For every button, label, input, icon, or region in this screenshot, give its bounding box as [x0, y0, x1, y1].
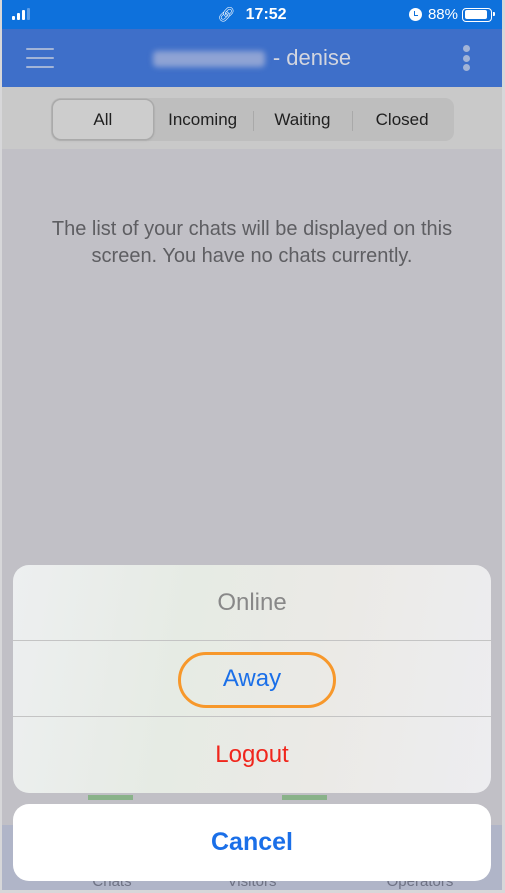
alarm-icon	[408, 8, 422, 21]
battery-icon	[462, 7, 495, 22]
status-time: 17:52	[245, 6, 287, 23]
tab-incoming[interactable]: Incoming	[153, 100, 253, 139]
filter-bar: All Incoming Waiting Closed	[2, 87, 502, 149]
tab-closed[interactable]: Closed	[352, 100, 452, 139]
highlight-annotation	[178, 652, 336, 708]
action-online[interactable]: Online	[13, 565, 491, 641]
header-title: - denise	[2, 45, 502, 71]
kebab-menu-icon[interactable]	[463, 45, 470, 71]
status-action-sheet: Online Away Logout	[13, 565, 491, 793]
tab-indicator-chats	[88, 795, 133, 800]
status-bar: 🔗︎ 17:52 88%	[2, 0, 502, 29]
app-screen: 🔗︎ 17:52 88% - denise All Incoming Waiti…	[2, 0, 502, 890]
link-icon: 🔗︎	[217, 6, 236, 22]
battery-level	[464, 10, 487, 19]
tab-indicator-visitors	[282, 795, 327, 800]
tab-all[interactable]: All	[53, 100, 153, 139]
header-title-suffix: - denise	[272, 45, 352, 70]
redacted-account-name	[152, 51, 265, 68]
cancel-button[interactable]: Cancel	[13, 804, 491, 881]
action-logout[interactable]: Logout	[13, 717, 491, 793]
tab-waiting[interactable]: Waiting	[252, 100, 353, 139]
status-right-group: 88%	[408, 6, 495, 23]
chat-filter-segmented-control: All Incoming Waiting Closed	[51, 98, 454, 141]
app-header: - denise	[2, 29, 502, 87]
empty-state-message: The list of your chats will be displayed…	[51, 218, 453, 267]
battery-percent: 88%	[427, 6, 458, 23]
